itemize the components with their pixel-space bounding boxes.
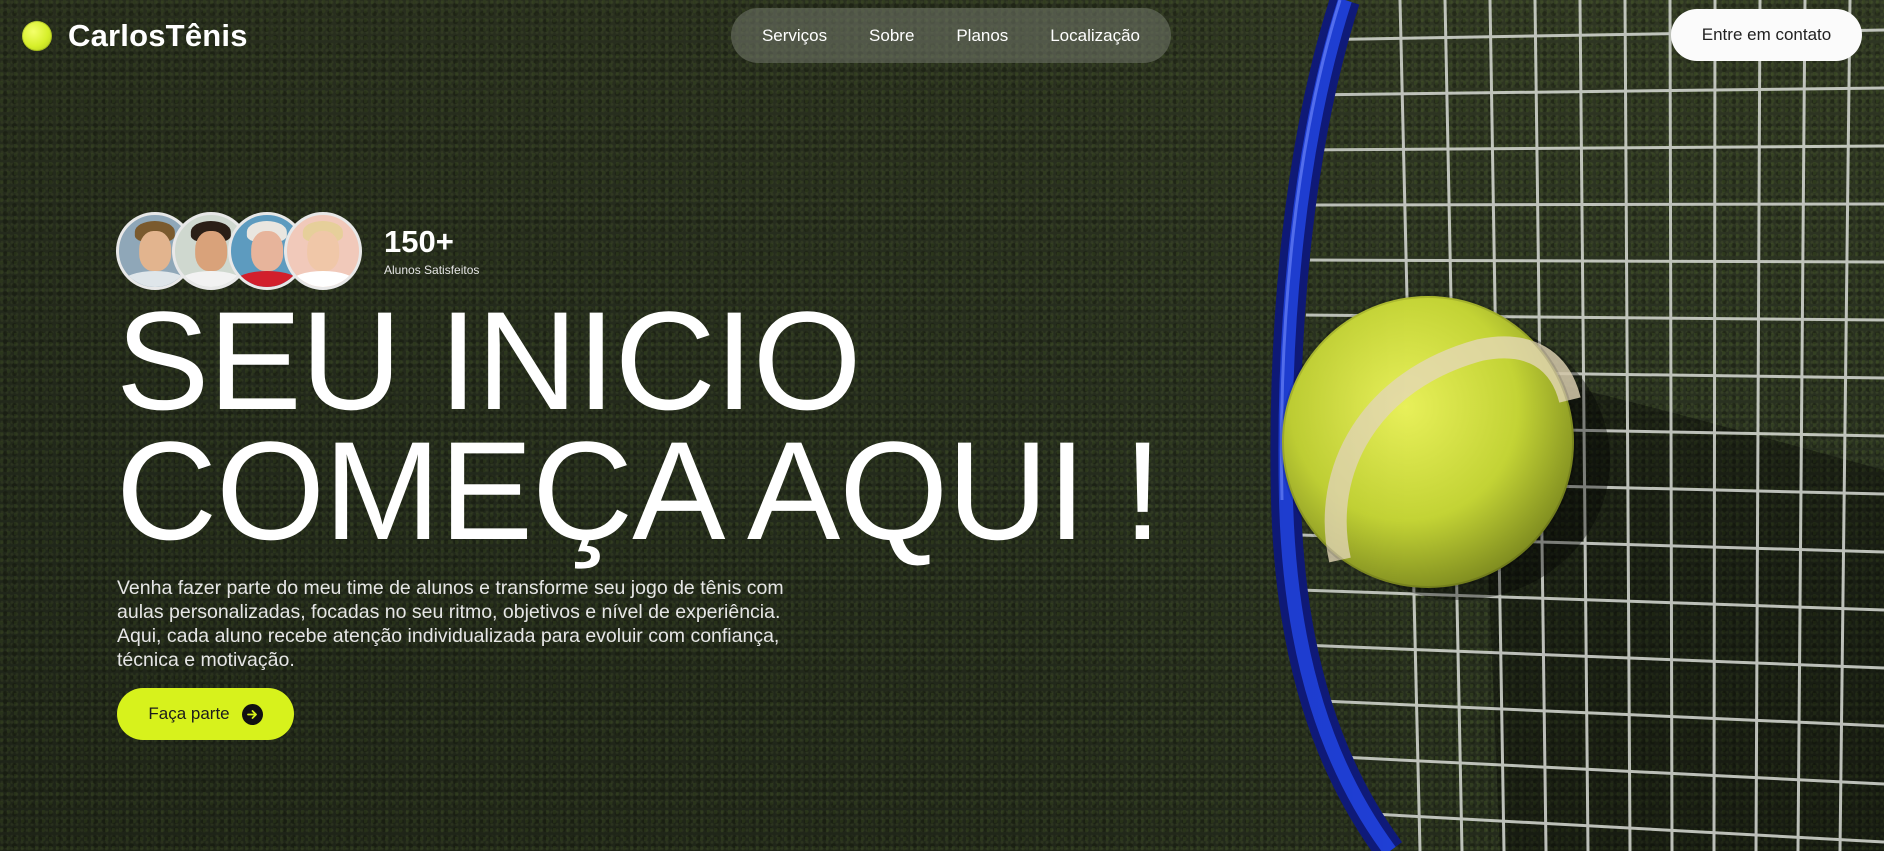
students-stat: 150+ Alunos Satisfeitos (384, 226, 479, 277)
nav-item-sobre[interactable]: Sobre (869, 26, 914, 46)
student-avatars (116, 212, 362, 290)
arrow-right-icon (241, 703, 263, 725)
contact-button[interactable]: Entre em contato (1671, 9, 1862, 61)
tennis-ball-icon (22, 21, 52, 51)
nav-item-servicos[interactable]: Serviços (762, 26, 827, 46)
hero-title-line-2: COMEÇA AQUI ! (116, 412, 1162, 569)
hero-title: SEU INICIO COMEÇA AQUI ! (116, 291, 1162, 561)
nav-item-planos[interactable]: Planos (956, 26, 1008, 46)
brand-name: CarlosTênis (68, 18, 248, 53)
hero-description: Venha fazer parte do meu time de alunos … (117, 577, 784, 671)
join-button[interactable]: Faça parte (117, 688, 294, 740)
nav-item-localizacao[interactable]: Localização (1050, 26, 1140, 46)
students-label: Alunos Satisfeitos (384, 263, 480, 277)
join-button-label: Faça parte (148, 704, 230, 723)
avatar (284, 212, 362, 290)
brand-logo[interactable]: CarlosTênis (22, 18, 248, 54)
main-nav: Serviços Sobre Planos Localização (731, 8, 1171, 63)
students-count: 150+ (384, 224, 454, 259)
